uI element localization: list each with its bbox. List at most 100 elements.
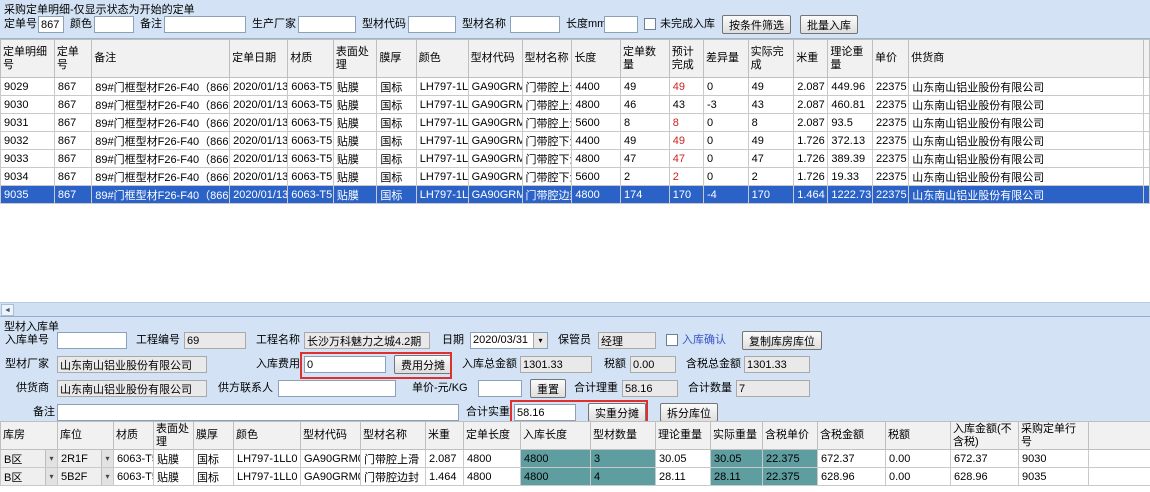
column-header[interactable]: 定单明细号 (1, 40, 55, 78)
column-header[interactable]: 差异量 (704, 40, 749, 78)
column-header[interactable]: 理论重量 (656, 422, 711, 450)
inbound-remark-input[interactable] (57, 404, 459, 421)
length-input[interactable] (604, 16, 638, 33)
column-header[interactable]: 预计完成 (669, 40, 703, 78)
column-header[interactable]: 定单长度 (464, 422, 521, 450)
cell: 6063-T5 (288, 168, 334, 186)
column-header[interactable]: 米重 (794, 40, 828, 78)
date-dropdown-icon[interactable]: ▾ (533, 333, 547, 348)
profile-name-input[interactable] (510, 16, 560, 33)
column-header[interactable]: 定单日期 (230, 40, 288, 78)
column-header[interactable]: 采购定单行号 (1019, 422, 1089, 450)
copy-warehouse-location-button[interactable]: 复制库房库位 (742, 331, 822, 350)
column-header[interactable]: 定单号 (54, 40, 91, 78)
column-header[interactable]: 库房 (1, 422, 58, 450)
column-header[interactable]: 材质 (114, 422, 154, 450)
column-header[interactable]: 表面处理 (154, 422, 194, 450)
combo-cell[interactable]: 5B2F▾ (58, 468, 114, 486)
column-header[interactable]: 颜色 (234, 422, 301, 450)
keeper-input[interactable] (598, 332, 656, 349)
column-header[interactable]: 实际重量 (711, 422, 763, 450)
column-header[interactable]: 型材代码 (301, 422, 361, 450)
total-qty-input[interactable] (736, 380, 810, 397)
total-actual-input[interactable] (514, 404, 576, 421)
cell: LH797-1LL0 (234, 450, 301, 468)
remark-input[interactable] (164, 16, 246, 33)
column-header[interactable]: 含税金额 (818, 422, 886, 450)
reset-button[interactable]: 重置 (530, 379, 566, 398)
tax-input[interactable] (630, 356, 676, 373)
supplier-input[interactable] (57, 380, 207, 397)
table-row[interactable]: 903186789#门框型材F26-F40（866*867）2020/01/13… (1, 114, 1150, 132)
column-header[interactable]: 理论重量 (828, 40, 873, 78)
horizontal-scrollbar[interactable]: ◄ (0, 302, 1150, 316)
cell: 山东南山铝业股份有限公司 (909, 78, 1143, 96)
table-row[interactable]: B区▾2R1F▾6063-T5贴膜国标LH797-1LL0GA90GRM03门带… (1, 450, 1150, 468)
column-header[interactable]: 定单数量 (621, 40, 670, 78)
contact-input[interactable] (278, 380, 396, 397)
inbound-fee-input[interactable] (304, 356, 386, 373)
combo-dropdown-icon[interactable]: ▾ (45, 450, 57, 467)
column-header[interactable]: 库位 (58, 422, 114, 450)
column-header[interactable] (1089, 422, 1150, 450)
color-input[interactable] (94, 16, 134, 33)
combo-cell[interactable]: B区▾ (1, 450, 58, 468)
profile-code-label: 型材代码 (362, 15, 406, 34)
filter-by-condition-button[interactable]: 按条件筛选 (722, 15, 791, 34)
inbound-no-input[interactable] (57, 332, 127, 349)
combo-dropdown-icon[interactable]: ▾ (101, 450, 113, 467)
column-header[interactable]: 型材名称 (522, 40, 572, 78)
split-location-button[interactable]: 拆分库位 (660, 403, 718, 422)
table-row[interactable]: 903486789#门框型材F26-F40（866*867）2020/01/13… (1, 168, 1150, 186)
batch-inbound-button[interactable]: 批量入库 (800, 15, 858, 34)
manufacturer-input[interactable] (298, 16, 356, 33)
scroll-left-icon[interactable]: ◄ (1, 304, 14, 316)
cell: 9029 (1, 78, 55, 96)
column-header[interactable]: 实际完成 (748, 40, 794, 78)
combo-cell[interactable]: 2R1F▾ (58, 450, 114, 468)
column-header[interactable]: 含税单价 (763, 422, 818, 450)
combo-dropdown-icon[interactable]: ▾ (45, 468, 57, 485)
combo-dropdown-icon[interactable]: ▾ (101, 468, 113, 485)
table-row[interactable]: 903586789#门框型材F26-F40（866*867）2020/01/13… (1, 186, 1150, 204)
table-row[interactable]: 903086789#门框型材F26-F40（866*867）2020/01/13… (1, 96, 1150, 114)
column-header[interactable]: 型材名称 (361, 422, 426, 450)
column-header[interactable]: 供货商 (909, 40, 1143, 78)
column-header[interactable]: 型材数量 (591, 422, 656, 450)
column-header[interactable]: 型材代码 (468, 40, 522, 78)
table-row[interactable]: 903386789#门框型材F26-F40（866*867）2020/01/13… (1, 150, 1150, 168)
cell: 山东南山铝业股份有限公司 (909, 186, 1143, 204)
combo-cell[interactable]: B区▾ (1, 468, 58, 486)
unit-price-input[interactable] (478, 380, 522, 397)
column-header[interactable]: 膜厚 (194, 422, 234, 450)
order-no-input[interactable] (38, 16, 64, 33)
column-header[interactable]: 税额 (886, 422, 951, 450)
project-name-input[interactable] (304, 332, 430, 349)
date-input[interactable]: 2020/03/31 ▾ (470, 332, 548, 349)
total-amount-input[interactable] (520, 356, 592, 373)
inbound-confirm-checkbox[interactable] (666, 334, 678, 346)
column-header[interactable]: 颜色 (416, 40, 468, 78)
profile-code-input[interactable] (408, 16, 456, 33)
table-row[interactable]: B区▾5B2F▾6063-T5贴膜国标LH797-1LL0GA90GRM05门带… (1, 468, 1150, 486)
column-header[interactable] (1143, 40, 1149, 78)
column-header[interactable]: 入库长度 (521, 422, 591, 450)
column-header[interactable]: 表面处理 (333, 40, 377, 78)
cell: 门带腔边封 (361, 468, 426, 486)
table-row[interactable]: 902986789#门框型材F26-F40（866*867）2020/01/13… (1, 78, 1150, 96)
column-header[interactable]: 单价 (873, 40, 909, 78)
fee-allocate-button[interactable]: 费用分摊 (394, 355, 452, 374)
column-header[interactable]: 入库金额(不含税) (951, 422, 1019, 450)
project-no-input[interactable] (184, 332, 246, 349)
unfinished-checkbox[interactable] (644, 18, 656, 30)
column-header[interactable]: 长度 (572, 40, 621, 78)
factory-input[interactable] (57, 356, 207, 373)
column-header[interactable]: 米重 (426, 422, 464, 450)
total-with-tax-input[interactable] (744, 356, 810, 373)
actual-weight-allocate-button[interactable]: 实重分摊 (588, 403, 646, 422)
column-header[interactable]: 材质 (288, 40, 334, 78)
column-header[interactable]: 备注 (92, 40, 230, 78)
table-row[interactable]: 903286789#门框型材F26-F40（866*867）2020/01/13… (1, 132, 1150, 150)
column-header[interactable]: 膜厚 (377, 40, 416, 78)
total-theoretical-input[interactable] (622, 380, 678, 397)
